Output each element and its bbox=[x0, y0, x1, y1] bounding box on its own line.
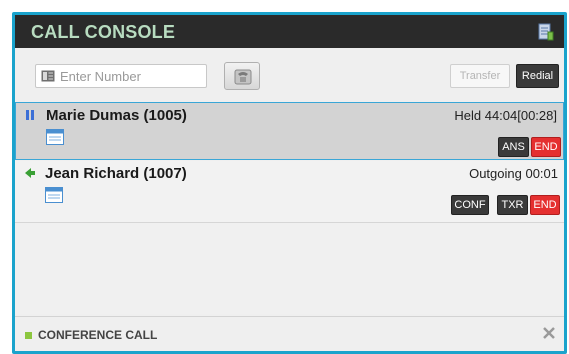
conference-call-bar: CONFERENCE CALL bbox=[15, 316, 564, 351]
hold-icon bbox=[26, 110, 34, 120]
panel-header: CALL CONSOLE bbox=[15, 15, 564, 48]
call-row[interactable]: Marie Dumas (1005) Held 44:04[00:28] ANS… bbox=[15, 102, 564, 160]
redial-button[interactable]: Redial bbox=[516, 64, 559, 88]
panel-body: Transfer Redial Marie Dumas (1005) Held … bbox=[15, 48, 564, 351]
dial-button[interactable] bbox=[224, 62, 260, 90]
call-console-panel: CALL CONSOLE Enter Number Transfer Redia… bbox=[12, 12, 567, 354]
caller-name: Marie Dumas (1005) bbox=[46, 107, 187, 124]
call-status: Outgoing 00:01 bbox=[469, 166, 558, 181]
answer-button[interactable]: ANS bbox=[498, 137, 529, 157]
call-list: Marie Dumas (1005) Held 44:04[00:28] ANS… bbox=[15, 102, 564, 314]
conference-button[interactable]: CONF bbox=[451, 195, 489, 215]
end-call-button[interactable]: END bbox=[531, 137, 561, 157]
number-input[interactable] bbox=[60, 67, 200, 85]
status-indicator bbox=[25, 332, 32, 339]
outgoing-arrow-icon bbox=[25, 168, 35, 178]
call-row[interactable]: Jean Richard (1007) Outgoing 00:01 CONF … bbox=[15, 161, 564, 223]
dial-toolbar: Transfer Redial bbox=[15, 48, 564, 102]
calendar-icon[interactable] bbox=[45, 187, 63, 203]
notepad-icon[interactable] bbox=[538, 23, 554, 41]
call-status: Held 44:04[00:28] bbox=[454, 108, 557, 123]
transfer-button[interactable]: Transfer bbox=[450, 64, 510, 88]
conference-call-label: CONFERENCE CALL bbox=[38, 328, 158, 342]
calendar-icon[interactable] bbox=[46, 129, 64, 145]
number-input-box[interactable] bbox=[35, 64, 207, 88]
close-conference-button[interactable] bbox=[542, 326, 556, 340]
caller-name: Jean Richard (1007) bbox=[45, 165, 187, 182]
phone-dial-icon bbox=[234, 69, 252, 85]
close-icon bbox=[543, 327, 555, 339]
address-book-icon bbox=[41, 70, 55, 82]
panel-title: CALL CONSOLE bbox=[31, 22, 176, 42]
end-call-button[interactable]: END bbox=[530, 195, 560, 215]
transfer-call-button[interactable]: TXR bbox=[497, 195, 528, 215]
